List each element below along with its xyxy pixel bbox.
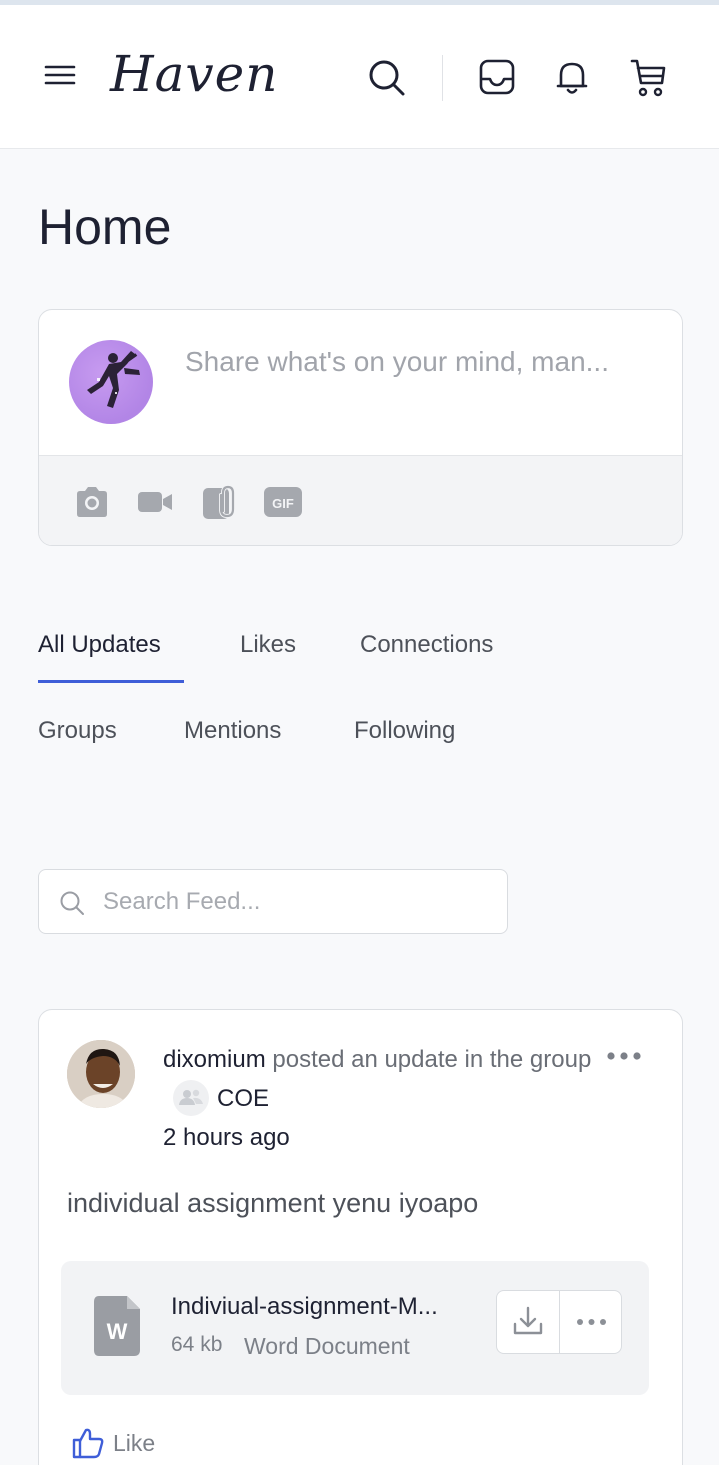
tab-groups[interactable]: Groups (38, 717, 117, 745)
camera-icon[interactable] (73, 483, 111, 521)
inbox-icon[interactable] (475, 55, 519, 99)
tab-mentions[interactable]: Mentions (184, 717, 281, 745)
post-body: individual assignment yenu iyoapo (67, 1188, 479, 1218)
activity-post: dixomium posted an update in the group CO… (38, 1009, 683, 1465)
post-meta: dixomium posted an update in the group CO… (163, 1040, 603, 1157)
post-group-name[interactable]: COE (217, 1085, 269, 1112)
tab-all-updates[interactable]: All Updates (38, 631, 161, 659)
composer-toolbar: GIF (39, 455, 682, 545)
avatar[interactable] (67, 1040, 135, 1108)
bell-icon[interactable] (550, 55, 594, 99)
tab-likes[interactable]: Likes (240, 631, 296, 659)
search-icon[interactable] (364, 55, 408, 99)
tab-following[interactable]: Following (354, 717, 455, 745)
attachment-file-name[interactable]: Indiviual-assignment-M... (171, 1293, 496, 1321)
video-icon[interactable] (136, 483, 174, 521)
cart-icon[interactable] (626, 55, 670, 99)
attachment-file-type: Word Document (244, 1333, 410, 1359)
search-feed-input[interactable] (103, 880, 493, 924)
post-author[interactable]: dixomium (163, 1046, 266, 1073)
avatar[interactable] (69, 340, 153, 424)
post-timestamp[interactable]: 2 hours ago (163, 1118, 603, 1157)
composer-placeholder[interactable]: Share what's on your mind, man... (185, 336, 625, 387)
word-document-icon: W (93, 1295, 141, 1357)
document-attachment: W Indiviual-assignment-M... 64 kb Word D… (61, 1261, 649, 1395)
tab-connections[interactable]: Connections (360, 631, 493, 659)
download-button[interactable] (497, 1291, 560, 1353)
thumbs-up-icon (72, 1428, 104, 1459)
menu-icon[interactable] (38, 53, 82, 97)
post-more-options-button[interactable] (605, 1044, 645, 1068)
attachment-file-size: 64 kb (171, 1333, 223, 1356)
attachment-more-button[interactable] (560, 1291, 621, 1353)
like-button[interactable]: Like (71, 1426, 155, 1460)
search-feed-box (38, 869, 508, 934)
search-icon (59, 890, 85, 916)
active-tab-indicator (38, 680, 184, 683)
attachment-icon[interactable] (201, 483, 239, 521)
doc-icon-letter: W (107, 1319, 128, 1344)
header-divider (442, 55, 443, 101)
site-logo[interactable]: Haven (110, 45, 278, 103)
top-bar: Haven (0, 5, 719, 149)
attachment-actions (496, 1290, 622, 1354)
group-icon[interactable] (173, 1079, 209, 1116)
gif-label: GIF (272, 496, 294, 511)
post-action-text: posted an update in the group (265, 1046, 592, 1073)
download-icon (513, 1306, 543, 1335)
post-composer: Share what's on your mind, man... GIF (38, 309, 683, 546)
page-title: Home (38, 199, 172, 255)
gif-icon[interactable]: GIF (263, 483, 302, 521)
like-label: Like (113, 1430, 156, 1456)
